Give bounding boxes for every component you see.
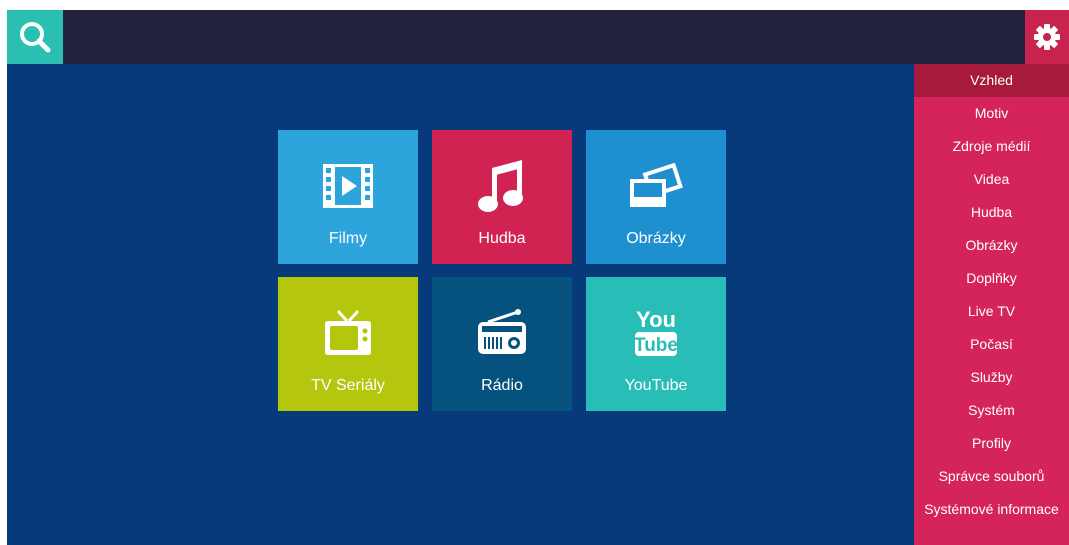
tile-youtube-label: YouTube xyxy=(624,377,688,394)
tile-hudba-label: Hudba xyxy=(478,230,526,247)
tile-hudba[interactable]: Hudba xyxy=(432,130,572,264)
tv-icon xyxy=(325,309,371,355)
tile-obrazky[interactable]: Obrázky xyxy=(586,130,726,264)
menu-item-doplnky[interactable]: Doplňky xyxy=(914,262,1069,295)
menu-item-sluzby[interactable]: Služby xyxy=(914,361,1069,394)
music-note-icon xyxy=(478,160,523,212)
pictures-icon xyxy=(630,163,683,207)
gear-icon xyxy=(1034,24,1060,50)
tile-tv-serialy-label: TV Seriály xyxy=(311,377,385,394)
settings-button[interactable] xyxy=(1025,10,1069,64)
menu-item-spravce-souboru[interactable]: Správce souborů xyxy=(914,460,1069,493)
home-tiles: Filmy Hudba Obrázky TV Seriály Rádio You… xyxy=(278,130,728,412)
tile-tv-serialy[interactable]: TV Seriály xyxy=(278,277,418,411)
menu-item-hudba[interactable]: Hudba xyxy=(914,196,1069,229)
menu-item-systemove-informace[interactable]: Systémové informace xyxy=(914,493,1069,526)
menu-item-obrazky[interactable]: Obrázky xyxy=(914,229,1069,262)
menu-item-profily[interactable]: Profily xyxy=(914,427,1069,460)
tile-filmy-label: Filmy xyxy=(328,230,368,247)
tile-obrazky-label: Obrázky xyxy=(626,230,686,247)
media-center-screen: Filmy Hudba Obrázky TV Seriály Rádio You… xyxy=(7,10,1069,545)
radio-icon xyxy=(478,309,526,354)
tile-youtube[interactable]: You Tube YouTube xyxy=(586,277,726,411)
settings-menu: Vzhled Motiv Zdroje médií Videa Hudba Ob… xyxy=(914,64,1069,545)
menu-item-videa[interactable]: Videa xyxy=(914,163,1069,196)
film-icon xyxy=(323,164,373,208)
menu-item-pocasi[interactable]: Počasí xyxy=(914,328,1069,361)
tile-radio[interactable]: Rádio xyxy=(432,277,572,411)
menu-item-system[interactable]: Systém xyxy=(914,394,1069,427)
youtube-icon: You Tube xyxy=(634,307,678,356)
menu-item-zdroje-medii[interactable]: Zdroje médií xyxy=(914,130,1069,163)
menu-item-vzhled[interactable]: Vzhled xyxy=(914,64,1069,97)
tile-radio-label: Rádio xyxy=(481,377,523,394)
youtube-logo-you: You xyxy=(636,307,676,332)
menu-item-live-tv[interactable]: Live TV xyxy=(914,295,1069,328)
menu-item-motiv[interactable]: Motiv xyxy=(914,97,1069,130)
search-button[interactable] xyxy=(7,10,63,64)
tile-filmy[interactable]: Filmy xyxy=(278,130,418,264)
search-icon xyxy=(20,22,51,53)
top-bar xyxy=(7,10,1069,64)
youtube-logo-tube: Tube xyxy=(634,335,678,356)
